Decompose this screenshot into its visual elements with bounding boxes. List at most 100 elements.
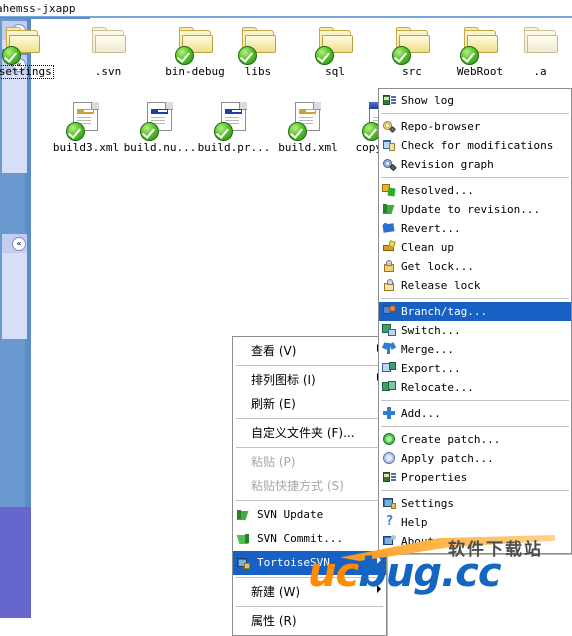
menu-item-label: Create patch... xyxy=(401,433,501,446)
merge-icon xyxy=(381,342,397,356)
revision-graph-icon xyxy=(382,157,397,172)
submenu-arrow-icon xyxy=(377,585,381,593)
menu-item-revision-graph[interactable]: Revision graph xyxy=(379,155,571,174)
menu-separator xyxy=(236,577,383,578)
folder-background-context-menu[interactable]: 查看 (V) 排列图标 (I) 刷新 (E) 自定义文件夹 (F)... 粘贴 (P) 粘… xyxy=(232,336,387,636)
release-lock-icon xyxy=(382,278,397,292)
folder-icon xyxy=(236,25,280,65)
menu-item-properties[interactable]: Properties xyxy=(379,468,571,487)
menu-item-tortoisesvn[interactable]: TortoiseSVN xyxy=(233,551,386,575)
menu-item-label: SVN Commit... xyxy=(257,532,344,545)
export-icon xyxy=(382,361,397,375)
menu-item-branch-tag[interactable]: Branch/tag... xyxy=(379,302,571,321)
folder-icon xyxy=(458,25,502,65)
switch-icon xyxy=(382,323,397,337)
menu-separator xyxy=(236,447,383,448)
xml-file-icon xyxy=(212,101,256,141)
file-item-label: build.pr... xyxy=(197,141,271,154)
menu-item-merge[interactable]: Merge... xyxy=(379,340,571,359)
menu-item-switch[interactable]: Switch... xyxy=(379,321,571,340)
folder-icon xyxy=(173,25,217,65)
window-title: ahemss-jxapp xyxy=(0,2,76,15)
task-pane-bottom-block xyxy=(0,507,31,618)
menu-item-show-log[interactable]: Show log xyxy=(379,91,571,110)
properties-icon xyxy=(382,470,397,484)
menu-item-clean-up[interactable]: Clean up xyxy=(379,238,571,257)
menu-item-label: Revert... xyxy=(401,222,461,235)
add-icon xyxy=(382,406,397,420)
file-item-label: .svn xyxy=(94,65,122,78)
menu-item-w[interactable]: 新建 (W) xyxy=(233,580,386,604)
menu-item-r[interactable]: 属性 (R) xyxy=(233,609,386,633)
folder-icon xyxy=(86,25,130,65)
menu-item-relocate[interactable]: Relocate... xyxy=(379,378,571,397)
svn-normal-overlay-icon xyxy=(315,46,334,65)
menu-item-about[interactable]: About xyxy=(379,532,571,551)
menu-item-repo-browser[interactable]: Repo-browser xyxy=(379,117,571,136)
get-lock-icon xyxy=(382,259,397,273)
check-mods-icon xyxy=(382,138,397,152)
menu-item-revert[interactable]: Revert... xyxy=(379,219,571,238)
file-item-label: build3.xml xyxy=(52,141,120,154)
menu-item-check-for-modifications[interactable]: Check for modifications xyxy=(379,136,571,155)
xml-file-icon xyxy=(64,101,108,141)
menu-item-help[interactable]: ? Help xyxy=(379,513,571,532)
menu-item-release-lock[interactable]: Release lock xyxy=(379,276,571,295)
menu-item-label: 排列图标 (I) xyxy=(251,373,316,387)
repo-browser-icon xyxy=(382,119,397,134)
menu-item-label: Revision graph xyxy=(401,158,494,171)
chevron-up-icon[interactable]: « xyxy=(12,237,26,251)
file-item-folder[interactable]: .svn xyxy=(65,25,151,78)
menu-item-label: 新建 (W) xyxy=(251,585,301,599)
file-item-label: build.xml xyxy=(278,141,338,154)
svn-normal-overlay-icon xyxy=(140,122,159,141)
apply-patch-icon xyxy=(382,451,397,465)
svn-normal-overlay-icon xyxy=(175,46,194,65)
svn-normal-overlay-icon xyxy=(460,46,479,65)
menu-item-p: 粘贴 (P) xyxy=(233,450,386,474)
menu-item-resolved[interactable]: Resolved... xyxy=(379,181,571,200)
cleanup-icon xyxy=(382,240,397,254)
menu-item-i[interactable]: 排列图标 (I) xyxy=(233,368,386,392)
about-icon xyxy=(382,534,397,548)
menu-separator xyxy=(381,400,569,401)
menu-item-svn-commit[interactable]: SVN Commit... xyxy=(233,527,386,551)
menu-item-settings[interactable]: Settings xyxy=(379,494,571,513)
menu-item-v[interactable]: 查看 (V) xyxy=(233,339,386,363)
menu-item-update-to-revision[interactable]: Update to revision... xyxy=(379,200,571,219)
task-panel-3-body xyxy=(2,253,27,339)
menu-item-label: 查看 (V) xyxy=(251,344,297,358)
branch-tag-icon xyxy=(382,304,397,318)
menu-item-label: Clean up xyxy=(401,241,454,254)
folder-icon xyxy=(313,25,357,65)
menu-item-label: 粘贴快捷方式 (S) xyxy=(251,479,344,493)
menu-item-get-lock[interactable]: Get lock... xyxy=(379,257,571,276)
file-item-folder[interactable]: libs xyxy=(215,25,301,78)
menu-item-label: Branch/tag... xyxy=(401,305,488,318)
menu-item-label: SVN Update xyxy=(257,508,324,521)
menu-item-e[interactable]: 刷新 (E) xyxy=(233,392,386,416)
menu-item-label: Resolved... xyxy=(401,184,474,197)
menu-item-add[interactable]: Add... xyxy=(379,404,571,423)
file-item-label: .settings xyxy=(0,65,54,79)
svn-normal-overlay-icon xyxy=(238,46,257,65)
svn-normal-overlay-icon xyxy=(2,46,21,65)
tortoisesvn-submenu[interactable]: Show log Repo-browser Check for modificati… xyxy=(378,88,572,554)
file-item-folder[interactable]: .a xyxy=(497,25,572,78)
task-panel-2-body xyxy=(2,74,27,173)
window-title-bar: ahemss-jxapp xyxy=(0,0,572,20)
menu-item-label: Apply patch... xyxy=(401,452,494,465)
folder-icon xyxy=(0,25,44,65)
menu-item-svn-update[interactable]: SVN Update xyxy=(233,503,386,527)
xml-file-icon xyxy=(286,101,330,141)
task-panel-3[interactable]: « xyxy=(2,234,27,339)
menu-item-f[interactable]: 自定义文件夹 (F)... xyxy=(233,421,386,445)
file-item-label: src xyxy=(402,65,422,78)
menu-item-apply-patch[interactable]: Apply patch... xyxy=(379,449,571,468)
file-item-folder[interactable]: sql xyxy=(292,25,378,78)
menu-item-export[interactable]: Export... xyxy=(379,359,571,378)
menu-item-label: Update to revision... xyxy=(401,203,541,216)
menu-item-create-patch[interactable]: Create patch... xyxy=(379,430,571,449)
file-item-label: sql xyxy=(325,65,345,78)
file-item-folder[interactable]: .settings xyxy=(0,25,65,79)
